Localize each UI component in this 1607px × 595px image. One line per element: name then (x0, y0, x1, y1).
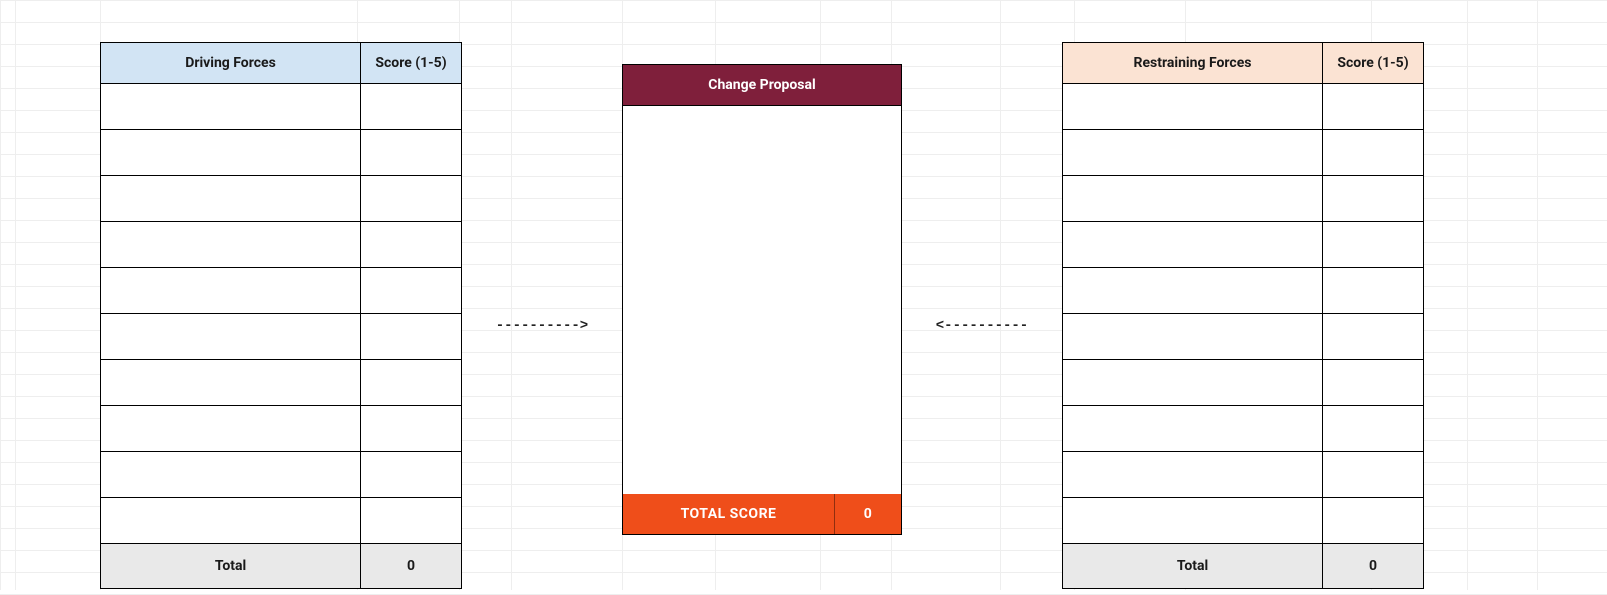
arrow-right: ----------> (462, 42, 622, 589)
driving-score-cell[interactable] (361, 268, 461, 313)
table-row (101, 406, 461, 452)
table-row (1063, 130, 1423, 176)
driving-score-cell[interactable] (361, 360, 461, 405)
table-row (101, 498, 461, 544)
restraining-score-cell[interactable] (1323, 406, 1423, 451)
restraining-score-cell[interactable] (1323, 84, 1423, 129)
restraining-name-cell[interactable] (1063, 406, 1323, 451)
spreadsheet-canvas[interactable]: Driving Forces Score (1-5) Total 0 -----… (0, 0, 1607, 590)
driving-score-cell[interactable] (361, 406, 461, 451)
total-score-value: 0 (835, 494, 901, 534)
driving-score-cell[interactable] (361, 452, 461, 497)
restraining-total-value: 0 (1323, 544, 1423, 588)
restraining-score-cell[interactable] (1323, 130, 1423, 175)
driving-total-value: 0 (361, 544, 461, 588)
restraining-name-cell[interactable] (1063, 268, 1323, 313)
restraining-name-cell[interactable] (1063, 452, 1323, 497)
driving-name-cell[interactable] (101, 452, 361, 497)
driving-score-cell[interactable] (361, 176, 461, 221)
driving-name-cell[interactable] (101, 498, 361, 543)
restraining-score-cell[interactable] (1323, 222, 1423, 267)
restraining-name-cell[interactable] (1063, 84, 1323, 129)
driving-header-score: Score (1-5) (361, 43, 461, 83)
driving-name-cell[interactable] (101, 268, 361, 313)
total-score-label: TOTAL SCORE (623, 494, 835, 534)
restraining-name-cell[interactable] (1063, 176, 1323, 221)
table-row (101, 314, 461, 360)
table-row (101, 268, 461, 314)
restraining-forces-table: Restraining Forces Score (1-5) Total 0 (1062, 42, 1424, 589)
table-row (1063, 84, 1423, 130)
restraining-score-cell[interactable] (1323, 452, 1423, 497)
driving-score-cell[interactable] (361, 130, 461, 175)
change-proposal-header: Change Proposal (623, 65, 901, 106)
table-row (1063, 222, 1423, 268)
table-row (1063, 176, 1423, 222)
table-row (101, 222, 461, 268)
restraining-total-label: Total (1063, 544, 1323, 588)
restraining-name-cell[interactable] (1063, 498, 1323, 543)
driving-score-cell[interactable] (361, 314, 461, 359)
driving-name-cell[interactable] (101, 176, 361, 221)
table-row (1063, 268, 1423, 314)
restraining-score-cell[interactable] (1323, 360, 1423, 405)
driving-name-cell[interactable] (101, 314, 361, 359)
driving-name-cell[interactable] (101, 406, 361, 451)
change-proposal-box: Change Proposal TOTAL SCORE 0 (622, 64, 902, 535)
table-row (1063, 498, 1423, 544)
restraining-score-cell[interactable] (1323, 314, 1423, 359)
table-row (1063, 452, 1423, 498)
table-row (101, 176, 461, 222)
restraining-name-cell[interactable] (1063, 314, 1323, 359)
driving-name-cell[interactable] (101, 130, 361, 175)
restraining-name-cell[interactable] (1063, 130, 1323, 175)
table-row (1063, 314, 1423, 360)
table-row (101, 360, 461, 406)
restraining-name-cell[interactable] (1063, 360, 1323, 405)
table-row (101, 130, 461, 176)
table-row (1063, 360, 1423, 406)
table-row (101, 84, 461, 130)
driving-name-cell[interactable] (101, 222, 361, 267)
restraining-score-cell[interactable] (1323, 498, 1423, 543)
driving-total-label: Total (101, 544, 361, 588)
driving-score-cell[interactable] (361, 222, 461, 267)
table-row (101, 452, 461, 498)
table-row (1063, 406, 1423, 452)
restraining-name-cell[interactable] (1063, 222, 1323, 267)
restraining-header-score: Score (1-5) (1323, 43, 1423, 83)
driving-score-cell[interactable] (361, 498, 461, 543)
driving-forces-table: Driving Forces Score (1-5) Total 0 (100, 42, 462, 589)
driving-name-cell[interactable] (101, 360, 361, 405)
change-proposal-body[interactable] (623, 106, 901, 494)
restraining-header-name: Restraining Forces (1063, 43, 1323, 83)
driving-header-name: Driving Forces (101, 43, 361, 83)
arrow-left: <---------- (902, 42, 1062, 589)
restraining-score-cell[interactable] (1323, 176, 1423, 221)
driving-name-cell[interactable] (101, 84, 361, 129)
restraining-score-cell[interactable] (1323, 268, 1423, 313)
driving-score-cell[interactable] (361, 84, 461, 129)
